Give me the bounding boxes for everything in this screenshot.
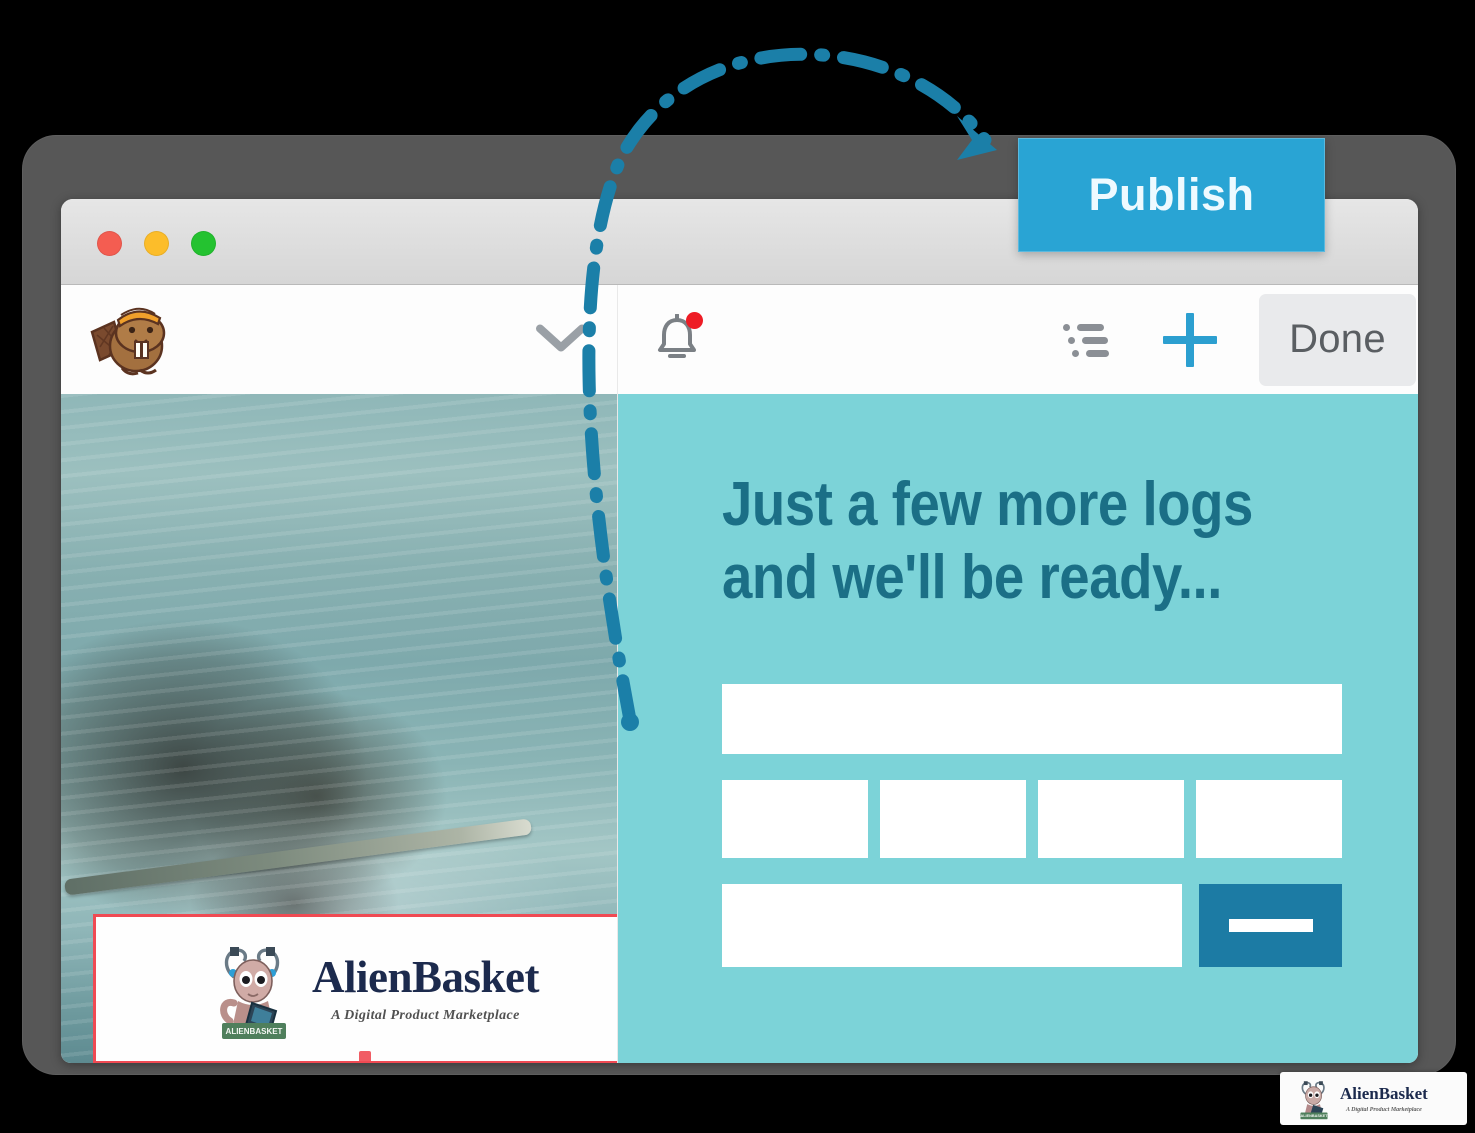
signup-form-wireframe	[722, 684, 1342, 967]
form-field-small-1[interactable]	[722, 780, 868, 858]
page-preview-right-column: Just a few more logs and we'll be ready.…	[618, 394, 1418, 1063]
logo-tagline: A Digital Product Marketplace	[331, 1008, 520, 1023]
alienbasket-alien-logo-icon: ALIENBASKET	[208, 937, 300, 1041]
page-preview-left-column: ALIENBASKET AlienBasket A Digital Produc…	[61, 394, 618, 1063]
editor-toolbar: Done	[61, 285, 1418, 394]
toolbar-right-section: Done	[618, 285, 1418, 394]
svg-text:ALIENBASKET: ALIENBASKET	[226, 1027, 283, 1036]
notification-badge-dot	[686, 311, 703, 329]
headline-text: Just a few more logs and we'll be ready.…	[722, 468, 1282, 614]
close-window-button[interactable]	[97, 231, 122, 256]
form-field-small-2[interactable]	[880, 780, 1026, 858]
logo-text-block: AlienBasket A Digital Product Marketplac…	[312, 952, 540, 1023]
browser-window: Done ALIENBASKET AlienBasket A Digital P…	[61, 199, 1418, 1063]
watermark-title: AlienBasket	[1340, 1083, 1428, 1103]
beaver-builder-logo-icon[interactable]	[88, 302, 174, 378]
form-field-full-width[interactable]	[722, 684, 1342, 754]
form-field-wide[interactable]	[722, 884, 1182, 967]
watermark-tagline: A Digital Product Marketplace	[1346, 1106, 1422, 1113]
minimize-window-button[interactable]	[144, 231, 169, 256]
module-resize-handle[interactable]	[359, 1051, 371, 1061]
toolbar-actions: Done	[1063, 285, 1418, 394]
svg-text:ALIENBASKET: ALIENBASKET	[1300, 1114, 1328, 1118]
toolbar-left-section	[61, 285, 618, 394]
plus-icon[interactable]	[1163, 312, 1217, 367]
outline-list-icon[interactable]	[1063, 320, 1111, 360]
form-submit-button[interactable]	[1199, 884, 1342, 967]
publish-button[interactable]: Publish	[1018, 138, 1325, 252]
notification-bell-icon[interactable]	[654, 311, 703, 366]
chevron-down-icon[interactable]	[535, 321, 587, 358]
alienbasket-watermark: ALIENBASKET AlienBasket A Digital Produc…	[1280, 1072, 1467, 1125]
alienbasket-alien-logo-icon: ALIENBASKET	[1292, 1077, 1336, 1121]
logo-row-module[interactable]: ALIENBASKET AlienBasket A Digital Produc…	[93, 914, 617, 1063]
logo-title: AlienBasket	[312, 952, 540, 1002]
watermark-text-block: AlienBasket A Digital Product Marketplac…	[1340, 1085, 1428, 1113]
headline-line-1: Just a few more logs	[722, 470, 1253, 539]
minus-bar-icon	[1228, 919, 1313, 932]
form-field-small-3[interactable]	[1038, 780, 1184, 858]
form-field-row	[722, 780, 1342, 858]
maximize-window-button[interactable]	[191, 231, 216, 256]
headline-line-2: and we'll be ready...	[722, 543, 1223, 613]
editor-content: ALIENBASKET AlienBasket A Digital Produc…	[61, 394, 1418, 1063]
done-button[interactable]: Done	[1259, 293, 1416, 386]
form-submit-row	[722, 884, 1342, 967]
form-field-small-4[interactable]	[1196, 780, 1342, 858]
